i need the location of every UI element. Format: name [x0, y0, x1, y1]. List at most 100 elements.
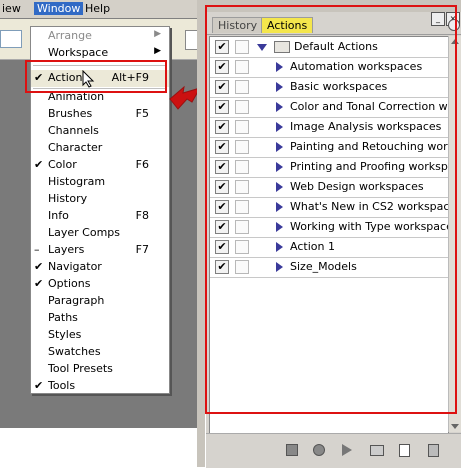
stop-icon[interactable]: [286, 444, 298, 456]
action-row[interactable]: ✔ Printing and Proofing workspaces: [210, 157, 461, 178]
toggle-dialog-checkbox[interactable]: [235, 240, 249, 254]
toggle-dialog-checkbox[interactable]: [235, 200, 249, 214]
action-row[interactable]: ✔ Web Design workspaces: [210, 177, 448, 198]
menu-item-histogram[interactable]: Histogram: [31, 174, 169, 191]
menu-item-brushes[interactable]: Brushes F5: [31, 106, 169, 123]
action-label: Color and Tonal Correction wo...: [290, 100, 461, 113]
menu-item-shortcut: F6: [135, 158, 149, 171]
toggle-dialog-checkbox[interactable]: [235, 180, 249, 194]
menu-item-paragraph[interactable]: Paragraph: [31, 293, 169, 310]
toggle-dialog-checkbox[interactable]: [235, 140, 249, 154]
toggle-item-checkbox[interactable]: ✔: [215, 80, 229, 94]
action-row[interactable]: ✔ Painting and Retouching works...: [210, 137, 461, 158]
collapse-triangle-icon[interactable]: [276, 222, 283, 232]
actions-bottom-bar: [206, 433, 461, 468]
menu-item-label: Tools: [48, 379, 76, 392]
action-label: Working with Type workspaces: [290, 220, 459, 233]
collapse-triangle-icon[interactable]: [276, 62, 283, 72]
toggle-item-checkbox[interactable]: ✔: [215, 100, 229, 114]
action-row[interactable]: ✔ Basic workspaces: [210, 77, 448, 98]
menu-item-swatches[interactable]: Swatches: [31, 344, 169, 361]
menu-help[interactable]: Help: [85, 2, 110, 15]
toggle-dialog-checkbox[interactable]: [235, 160, 249, 174]
action-label: Web Design workspaces: [290, 180, 424, 193]
collapse-triangle-icon[interactable]: [276, 162, 283, 172]
menu-item-styles[interactable]: Styles: [31, 327, 169, 344]
collapse-triangle-icon[interactable]: [276, 182, 283, 192]
menu-item-paths[interactable]: Paths: [31, 310, 169, 327]
action-set-row[interactable]: ✔ Default Actions: [210, 37, 448, 58]
checkmark-icon: ✔: [34, 260, 44, 273]
new-set-icon[interactable]: [370, 445, 384, 456]
toggle-dialog-checkbox[interactable]: [235, 120, 249, 134]
toggle-item-checkbox[interactable]: ✔: [215, 140, 229, 154]
play-icon[interactable]: [342, 444, 352, 456]
toggle-item-checkbox[interactable]: ✔: [215, 160, 229, 174]
checkmark-icon: ✔: [34, 379, 44, 392]
menu-item-label: Channels: [48, 124, 99, 137]
toggle-dialog-checkbox[interactable]: [235, 80, 249, 94]
menu-item-character[interactable]: Character: [31, 140, 169, 157]
new-action-icon[interactable]: [399, 444, 410, 457]
toggle-item-checkbox[interactable]: ✔: [215, 240, 229, 254]
toggle-dialog-checkbox[interactable]: [235, 220, 249, 234]
delete-icon[interactable]: [428, 444, 439, 457]
collapse-triangle-icon[interactable]: [276, 202, 283, 212]
tab-history[interactable]: History: [212, 17, 264, 33]
action-row[interactable]: ✔ Action 1: [210, 237, 448, 258]
submenu-arrow-icon: ▶: [154, 29, 161, 39]
toggle-dialog-checkbox[interactable]: [235, 100, 249, 114]
tab-actions[interactable]: Actions: [261, 17, 314, 33]
toggle-item-checkbox[interactable]: ✔: [215, 40, 229, 54]
collapse-triangle-icon[interactable]: [276, 82, 283, 92]
collapse-triangle-icon[interactable]: [276, 242, 283, 252]
options-field[interactable]: [0, 30, 22, 48]
menu-window[interactable]: Window: [34, 2, 84, 15]
menu-item-info[interactable]: Info F8: [31, 208, 169, 225]
panel-tab-row: History Actions: [206, 15, 461, 35]
actions-scrollbar[interactable]: [448, 36, 461, 432]
action-row[interactable]: ✔ Automation workspaces: [210, 57, 448, 78]
panel-menu-icon[interactable]: [448, 19, 460, 31]
action-row[interactable]: ✔ Size_Models: [210, 257, 448, 278]
scroll-up-icon[interactable]: [451, 39, 459, 44]
checkmark-icon: ✔: [34, 158, 44, 171]
menu-item-history[interactable]: History: [31, 191, 169, 208]
submenu-arrow-icon: ▶: [154, 46, 161, 56]
collapse-triangle-icon[interactable]: [276, 262, 283, 272]
menu-item-label: Styles: [48, 328, 82, 341]
toggle-item-checkbox[interactable]: ✔: [215, 200, 229, 214]
toggle-item-checkbox[interactable]: ✔: [215, 220, 229, 234]
checkmark-icon: –: [34, 243, 40, 256]
collapse-triangle-icon[interactable]: [276, 102, 283, 112]
menu-item-label: Swatches: [48, 345, 101, 358]
toggle-dialog-checkbox[interactable]: [235, 40, 249, 54]
menu-item-color[interactable]: ✔ Color F6: [31, 157, 169, 174]
menu-item-options[interactable]: ✔ Options: [31, 276, 169, 293]
action-row[interactable]: ✔ Working with Type workspaces: [210, 217, 459, 238]
menu-item-navigator[interactable]: ✔ Navigator: [31, 259, 169, 276]
menu-item-layer-comps[interactable]: Layer Comps: [31, 225, 169, 242]
folder-icon: [274, 41, 290, 53]
toggle-item-checkbox[interactable]: ✔: [215, 180, 229, 194]
menu-item-label: Layer Comps: [48, 226, 121, 239]
action-row[interactable]: ✔ What's New in CS2 workspaces: [210, 197, 461, 218]
record-icon[interactable]: [313, 444, 325, 456]
toggle-item-checkbox[interactable]: ✔: [215, 60, 229, 74]
toggle-item-checkbox[interactable]: ✔: [215, 120, 229, 134]
action-row[interactable]: ✔ Image Analysis workspaces: [210, 117, 448, 138]
collapse-triangle-icon[interactable]: [276, 142, 283, 152]
menu-item-label: Navigator: [48, 260, 102, 273]
scroll-down-icon[interactable]: [451, 424, 459, 429]
menu-view[interactable]: iew: [2, 2, 21, 15]
action-row[interactable]: ✔ Color and Tonal Correction wo...: [210, 97, 461, 118]
menu-item-layers[interactable]: – Layers F7: [31, 242, 169, 259]
menu-item-channels[interactable]: Channels: [31, 123, 169, 140]
menu-item-tool-presets[interactable]: Tool Presets: [31, 361, 169, 378]
collapse-triangle-icon[interactable]: [276, 122, 283, 132]
toggle-dialog-checkbox[interactable]: [235, 260, 249, 274]
toggle-item-checkbox[interactable]: ✔: [215, 260, 229, 274]
menu-item-tools[interactable]: ✔ Tools: [31, 378, 169, 395]
toggle-dialog-checkbox[interactable]: [235, 60, 249, 74]
expand-triangle-icon[interactable]: [257, 44, 267, 51]
